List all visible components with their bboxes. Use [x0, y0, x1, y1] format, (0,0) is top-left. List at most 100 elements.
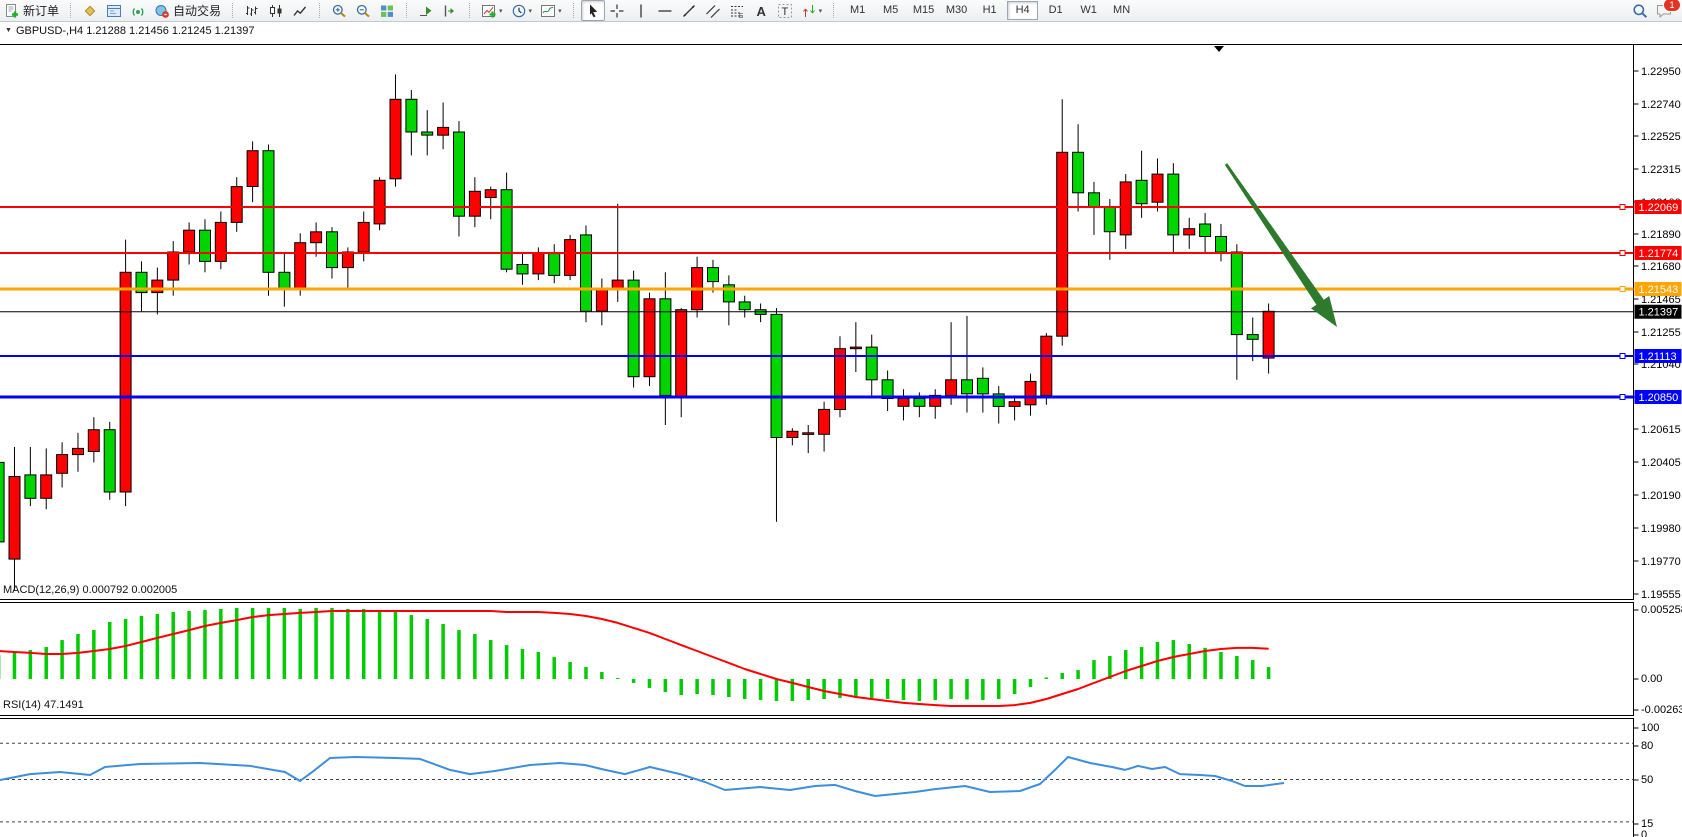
toolbar-group: ▾ ▾ ▾ [477, 0, 566, 21]
timeframe-mn-button[interactable]: MN [1106, 1, 1137, 20]
equidistant-channel-button[interactable] [701, 0, 725, 21]
zoom-out-icon [355, 3, 371, 19]
chart-shift-icon [442, 3, 458, 19]
horizontal-line-button[interactable] [653, 0, 677, 21]
price-axis-label: 1.21890 [1641, 229, 1681, 241]
arrows-button[interactable]: ▾ [797, 0, 827, 21]
line-price-tag: 1.21543 [1639, 284, 1679, 296]
line-chart-button[interactable] [288, 0, 312, 21]
indicators-button-dropdown-icon[interactable]: ▾ [499, 7, 503, 15]
zoom-in-button[interactable] [327, 0, 351, 21]
svg-text:A: A [756, 4, 766, 19]
notifications-button[interactable]: 1 [1652, 0, 1676, 21]
text-label-icon: T [777, 3, 793, 19]
toolbar-separator [319, 3, 323, 18]
timeframe-m15-button[interactable]: M15 [908, 1, 939, 20]
search-icon [1632, 3, 1648, 19]
vertical-line-button[interactable] [629, 0, 653, 21]
toolbar-right: 1 [1628, 0, 1682, 21]
timeframe-m30-button[interactable]: M30 [941, 1, 972, 20]
line-handle[interactable] [1620, 205, 1625, 210]
indicator-axis: 0.0052580.00-0.0026361008050150 [1634, 604, 1682, 837]
templates-button[interactable]: ▾ [536, 0, 566, 21]
templates-button-dropdown-icon[interactable]: ▾ [558, 7, 562, 15]
toolbar-separator [469, 3, 473, 18]
trendline-icon [681, 3, 697, 19]
auto-scroll-icon [418, 3, 434, 19]
price-axis-label: 1.19980 [1641, 523, 1681, 535]
line-handle[interactable] [1620, 395, 1625, 400]
crosshair-button[interactable] [605, 0, 629, 21]
indicators-icon [481, 3, 497, 19]
timeframe-h4-button[interactable]: H4 [1007, 1, 1038, 20]
periods-icon [511, 3, 527, 19]
timeframe-m1-button[interactable]: M1 [842, 1, 873, 20]
price-axis-label: 1.22950 [1641, 66, 1681, 78]
chart-window: 1.229501.227401.225251.223151.221001.218… [0, 22, 1682, 837]
signals-icon [130, 3, 146, 19]
notification-badge[interactable]: 1 [1663, 0, 1681, 12]
signals-button[interactable] [126, 0, 150, 21]
equidistant-channel-icon [705, 3, 721, 19]
indicators-button[interactable]: ▾ [477, 0, 507, 21]
price-axis-label: 1.20190 [1641, 490, 1681, 502]
toolbar-group: 自动交易 [78, 0, 225, 21]
trendline-button[interactable] [677, 0, 701, 21]
toolbar-separator [406, 3, 410, 18]
new-order-button[interactable]: 新订单 [0, 0, 63, 21]
toolbar-group: 新订单 [0, 0, 63, 21]
periods-button[interactable]: ▾ [507, 0, 537, 21]
timeframe-w1-button[interactable]: W1 [1073, 1, 1104, 20]
periods-button-dropdown-icon[interactable]: ▾ [529, 7, 533, 15]
tile-windows-button[interactable] [375, 0, 399, 21]
chart-canvas[interactable]: 1.229501.227401.225251.223151.221001.218… [0, 22, 1682, 837]
auto-scroll-button[interactable] [414, 0, 438, 21]
line-price-tag: 1.21113 [1639, 351, 1677, 363]
fibonacci-icon: E [729, 3, 745, 19]
horizontal-line-icon [657, 3, 673, 19]
svg-text:E: E [739, 13, 744, 19]
text-label-button[interactable]: T [773, 0, 797, 21]
cursor-button[interactable] [581, 0, 605, 21]
price-axis-label: 1.19555 [1641, 589, 1681, 601]
search-button[interactable] [1628, 0, 1652, 21]
arrows-icon [801, 3, 817, 19]
candlestick-chart-button[interactable] [264, 0, 288, 21]
text-button[interactable]: A [749, 0, 773, 21]
timeframe-h1-button[interactable]: H1 [974, 1, 1005, 20]
line-handle[interactable] [1620, 354, 1625, 359]
line-handle[interactable] [1620, 251, 1625, 256]
auto-trading-button-label: 自动交易 [173, 2, 221, 19]
line-handle[interactable] [1620, 287, 1625, 292]
auto-trading-button[interactable]: 自动交易 [150, 0, 225, 21]
market-watch-button[interactable] [78, 0, 102, 21]
bar-chart-button[interactable] [240, 0, 264, 21]
fibonacci-button[interactable]: E [725, 0, 749, 21]
chart-shift-button[interactable] [438, 0, 462, 21]
rsi-axis-label: 0 [1641, 829, 1647, 837]
toolbar-separator [573, 3, 577, 18]
line-price-tag: 1.20850 [1639, 392, 1679, 404]
candlestick-chart-icon [268, 3, 284, 19]
market-watch-icon [82, 3, 98, 19]
zoom-out-button[interactable] [351, 0, 375, 21]
timeframe-m5-button[interactable]: M5 [875, 1, 906, 20]
price-axis-label: 1.22525 [1641, 131, 1681, 143]
price-axis-label: 1.20405 [1641, 457, 1681, 469]
current-price-tag: 1.21397 [1639, 307, 1679, 319]
data-window-icon [106, 3, 122, 19]
data-window-button[interactable] [102, 0, 126, 21]
timeframe-d1-button[interactable]: D1 [1040, 1, 1071, 20]
timeframe-group: M1M5M15M30H1H4D1W1MN [841, 0, 1138, 21]
templates-icon [540, 3, 556, 19]
new-order-button-label: 新订单 [23, 2, 59, 19]
toolbar-separator [70, 3, 74, 18]
arrows-button-dropdown-icon[interactable]: ▾ [819, 7, 823, 15]
macd-axis-label: -0.002636 [1641, 704, 1682, 716]
price-axis-label: 1.21255 [1641, 327, 1681, 339]
toolbar-group [414, 0, 462, 21]
price-axis-label: 1.22740 [1641, 99, 1681, 111]
line-price-tag: 1.22069 [1639, 202, 1679, 214]
price-axis-label: 1.22315 [1641, 164, 1681, 176]
bar-chart-icon [244, 3, 260, 19]
